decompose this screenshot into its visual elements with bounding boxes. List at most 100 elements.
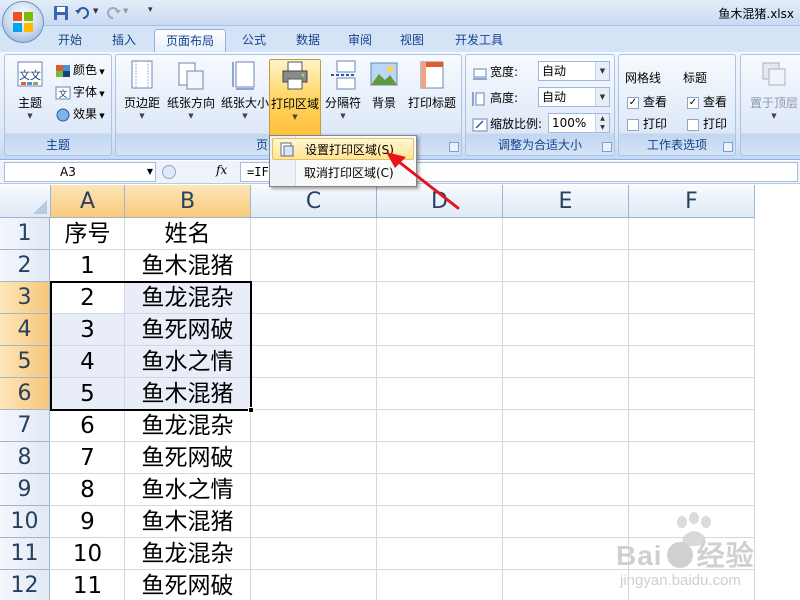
cell-c10[interactable]: [251, 506, 377, 538]
theme-fonts-button[interactable]: 文字体 ▼: [55, 83, 105, 100]
column-header-b[interactable]: B: [125, 185, 251, 218]
bring-forward-button[interactable]: 置于顶层 ▼: [745, 59, 800, 120]
row-header[interactable]: 3: [0, 282, 50, 314]
cell-d4[interactable]: [377, 314, 503, 346]
cell-a9[interactable]: 8: [51, 474, 125, 506]
cell-a1[interactable]: 序号: [51, 218, 125, 250]
row-header[interactable]: 7: [0, 410, 50, 442]
cell-d3[interactable]: [377, 282, 503, 314]
row-header[interactable]: 4: [0, 314, 50, 346]
row-header[interactable]: 6: [0, 378, 50, 410]
cell-c1[interactable]: [251, 218, 377, 250]
column-header-f[interactable]: F: [629, 185, 755, 218]
expand-formula-icon[interactable]: [162, 165, 176, 179]
tab-insert[interactable]: 插入: [102, 29, 146, 52]
row-header[interactable]: 2: [0, 250, 50, 282]
cell-c5[interactable]: [251, 346, 377, 378]
cell-a11[interactable]: 10: [51, 538, 125, 570]
headings-view-checkbox[interactable]: ✓ 查看: [687, 93, 727, 110]
cell-e2[interactable]: [503, 250, 629, 282]
cell-d5[interactable]: [377, 346, 503, 378]
sheet-options-launcher-icon[interactable]: [723, 142, 733, 152]
row-header[interactable]: 12: [0, 570, 50, 600]
scale-launcher-icon[interactable]: [602, 142, 612, 152]
cell-b5[interactable]: 鱼水之情: [125, 346, 251, 378]
chevron-down-icon[interactable]: ▼: [147, 163, 153, 181]
breaks-button[interactable]: 分隔符 ▼: [323, 59, 363, 120]
row-header[interactable]: 5: [0, 346, 50, 378]
cell-c12[interactable]: [251, 570, 377, 600]
gridlines-view-checkbox[interactable]: ✓ 查看: [627, 93, 667, 110]
background-button[interactable]: 背景: [366, 59, 402, 111]
office-button[interactable]: [2, 1, 44, 43]
cell-b11[interactable]: 鱼龙混杂: [125, 538, 251, 570]
insert-function-icon[interactable]: fx: [216, 163, 227, 177]
cell-e3[interactable]: [503, 282, 629, 314]
cell-a6[interactable]: 5: [51, 378, 125, 410]
cell-d9[interactable]: [377, 474, 503, 506]
undo-icon[interactable]: [74, 4, 92, 22]
cell-d8[interactable]: [377, 442, 503, 474]
size-button[interactable]: 纸张大小 ▼: [220, 59, 270, 120]
cell-b6[interactable]: 鱼木混猪: [125, 378, 251, 410]
tab-page-layout[interactable]: 页面布局: [154, 29, 226, 52]
cell-a5[interactable]: 4: [51, 346, 125, 378]
cell-b12[interactable]: 鱼死网破: [125, 570, 251, 600]
cell-a2[interactable]: 1: [51, 250, 125, 282]
cell-a7[interactable]: 6: [51, 410, 125, 442]
cell-d2[interactable]: [377, 250, 503, 282]
cell-b9[interactable]: 鱼水之情: [125, 474, 251, 506]
cell-b10[interactable]: 鱼木混猪: [125, 506, 251, 538]
undo-dropdown-icon[interactable]: ▼: [93, 7, 98, 15]
tab-view[interactable]: 视图: [390, 29, 434, 52]
cell-c6[interactable]: [251, 378, 377, 410]
cell-a3[interactable]: 2: [51, 282, 125, 314]
cell-c2[interactable]: [251, 250, 377, 282]
cell-e1[interactable]: [503, 218, 629, 250]
cell-d7[interactable]: [377, 410, 503, 442]
spinner-arrows-icon[interactable]: ▲ ▼: [595, 114, 609, 132]
cell-c7[interactable]: [251, 410, 377, 442]
cell-e8[interactable]: [503, 442, 629, 474]
cell-a12[interactable]: 11: [51, 570, 125, 600]
cell-c8[interactable]: [251, 442, 377, 474]
fill-handle[interactable]: [248, 407, 254, 413]
cell-b7[interactable]: 鱼龙混杂: [125, 410, 251, 442]
margins-button[interactable]: 页边距 ▼: [120, 59, 164, 120]
redo-icon[interactable]: [104, 4, 122, 22]
print-titles-button[interactable]: 打印标题: [405, 59, 459, 111]
cell-d12[interactable]: [377, 570, 503, 600]
cell-c11[interactable]: [251, 538, 377, 570]
select-all-corner[interactable]: [0, 185, 51, 218]
cell-f9[interactable]: [629, 474, 755, 506]
cell-b3[interactable]: 鱼龙混杂: [125, 282, 251, 314]
cell-f4[interactable]: [629, 314, 755, 346]
cell-f8[interactable]: [629, 442, 755, 474]
cell-a10[interactable]: 9: [51, 506, 125, 538]
cell-c4[interactable]: [251, 314, 377, 346]
cell-e6[interactable]: [503, 378, 629, 410]
theme-effects-button[interactable]: 效果 ▼: [55, 105, 105, 122]
cell-e5[interactable]: [503, 346, 629, 378]
cell-d10[interactable]: [377, 506, 503, 538]
row-header[interactable]: 1: [0, 218, 50, 250]
cell-c9[interactable]: [251, 474, 377, 506]
cell-f6[interactable]: [629, 378, 755, 410]
width-combo[interactable]: 自动 ▼: [538, 61, 610, 81]
cell-b2[interactable]: 鱼木混猪: [125, 250, 251, 282]
cell-e7[interactable]: [503, 410, 629, 442]
tab-data[interactable]: 数据: [286, 29, 330, 52]
cell-b4[interactable]: 鱼死网破: [125, 314, 251, 346]
cell-d6[interactable]: [377, 378, 503, 410]
cell-b1[interactable]: 姓名: [125, 218, 251, 250]
cell-a8[interactable]: 7: [51, 442, 125, 474]
row-header[interactable]: 11: [0, 538, 50, 570]
save-icon[interactable]: [52, 4, 70, 22]
name-box[interactable]: A3 ▼: [4, 162, 156, 182]
cell-c3[interactable]: [251, 282, 377, 314]
column-header-c[interactable]: C: [251, 185, 377, 218]
scale-spinner[interactable]: 100% ▲ ▼: [548, 113, 610, 133]
print-area-button[interactable]: 打印区域 ▼: [269, 59, 321, 137]
cell-f7[interactable]: [629, 410, 755, 442]
cell-a4[interactable]: 3: [51, 314, 125, 346]
